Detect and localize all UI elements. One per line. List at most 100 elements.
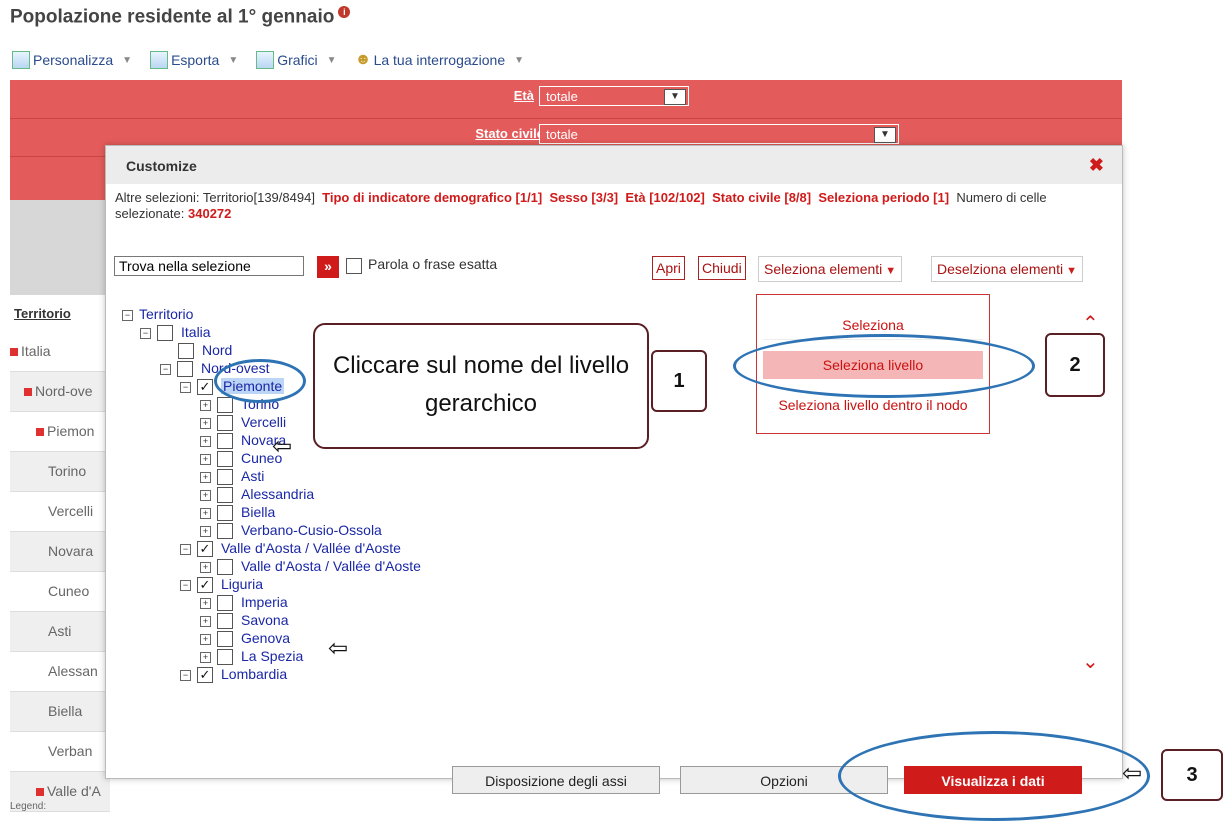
node-checkbox[interactable] <box>217 595 233 612</box>
toolbar-esporta[interactable]: Esporta ▼ <box>150 51 238 69</box>
node-label[interactable]: Valle d'Aosta / Vallée d'Aoste <box>221 540 401 556</box>
stato-civile-select[interactable]: totale ▼ <box>539 124 899 144</box>
collapse-icon[interactable]: − <box>160 363 171 375</box>
tree-node-nord[interactable]: Nord <box>178 342 232 360</box>
node-label[interactable]: Genova <box>241 630 290 646</box>
filter-label[interactable]: Stato civile <box>475 126 544 141</box>
node-checkbox[interactable] <box>217 451 233 468</box>
expand-icon[interactable]: + <box>200 507 211 519</box>
tree-node-cuneo[interactable]: + Cuneo <box>200 450 282 468</box>
expand-icon[interactable]: + <box>200 633 211 645</box>
node-label[interactable]: Italia <box>181 324 211 340</box>
chevron-down-icon[interactable]: ▼ <box>874 127 896 143</box>
node-checkbox[interactable] <box>217 487 233 504</box>
tree-node-valle-aosta-prov[interactable]: + Valle d'Aosta / Vallée d'Aoste <box>200 558 421 576</box>
expand-icon[interactable]: + <box>200 651 211 663</box>
search-input[interactable] <box>114 256 304 276</box>
tree-node-biella[interactable]: + Biella <box>200 504 275 522</box>
tree-node-valle-aosta[interactable]: − ✓ Valle d'Aosta / Vallée d'Aoste <box>180 540 401 558</box>
expand-icon[interactable]: + <box>200 435 211 447</box>
node-checkbox[interactable] <box>217 469 233 486</box>
collapse-icon[interactable]: − <box>122 309 133 321</box>
tree-node-vco[interactable]: + Verbano-Cusio-Ossola <box>200 522 382 540</box>
open-button[interactable]: Apri <box>652 256 685 280</box>
toolbar-personalizza[interactable]: Personalizza ▼ <box>12 51 132 69</box>
expand-icon[interactable]: + <box>200 615 211 627</box>
chevron-down-icon[interactable]: ⌄ <box>1082 649 1099 674</box>
table-row[interactable]: Nord-ove <box>10 372 110 412</box>
filter-label[interactable]: Età <box>514 88 534 103</box>
info-icon[interactable]: i <box>338 6 351 18</box>
node-checkbox[interactable] <box>178 343 194 360</box>
node-label[interactable]: Savona <box>241 612 288 628</box>
tree-node-vercelli[interactable]: + Vercelli <box>200 414 286 432</box>
tree-node-territorio[interactable]: − Territorio <box>122 306 193 322</box>
tree-node-genova[interactable]: + Genova <box>200 630 290 648</box>
node-checkbox[interactable] <box>217 433 233 450</box>
selection-indicatore[interactable]: Tipo di indicatore demografico [1/1] <box>322 190 542 205</box>
collapse-icon[interactable] <box>24 388 32 397</box>
eta-select[interactable]: totale ▼ <box>539 86 689 106</box>
expand-icon[interactable]: + <box>200 417 211 429</box>
node-label[interactable]: Nord <box>202 342 232 358</box>
search-go-button[interactable]: » <box>317 256 339 278</box>
node-label[interactable]: Vercelli <box>241 414 286 430</box>
node-checkbox[interactable] <box>217 613 233 630</box>
node-label[interactable]: La Spezia <box>241 648 303 664</box>
close-button[interactable]: Chiudi <box>698 256 746 280</box>
exact-phrase-checkbox[interactable] <box>346 258 362 274</box>
checkmark-icon[interactable]: ✓ <box>197 379 213 396</box>
close-icon[interactable]: ✖ <box>1089 155 1104 176</box>
node-label[interactable]: Asti <box>241 468 264 484</box>
expand-icon[interactable]: + <box>200 525 211 537</box>
selection-periodo[interactable]: Seleziona periodo [1] <box>818 190 949 205</box>
collapse-icon[interactable]: − <box>140 327 151 339</box>
tree-node-asti[interactable]: + Asti <box>200 468 264 486</box>
tree-node-savona[interactable]: + Savona <box>200 612 288 630</box>
node-checkbox[interactable] <box>177 361 193 378</box>
collapse-icon[interactable]: − <box>180 381 191 393</box>
expand-icon[interactable]: + <box>200 471 211 483</box>
collapse-icon[interactable]: − <box>180 579 191 591</box>
node-label[interactable]: Valle d'Aosta / Vallée d'Aoste <box>241 558 421 574</box>
node-checkbox[interactable] <box>217 631 233 648</box>
selection-stato-civile[interactable]: Stato civile [8/8] <box>712 190 811 205</box>
toolbar-interrogazione[interactable]: ☻ La tua interrogazione ▼ <box>355 52 524 69</box>
checkmark-icon[interactable]: ✓ <box>197 541 213 558</box>
collapse-icon[interactable] <box>36 788 44 797</box>
deselect-items-dropdown[interactable]: Deselziona elementi ▼ <box>931 256 1083 282</box>
node-checkbox[interactable] <box>217 397 233 414</box>
table-row[interactable]: Italia <box>10 332 110 372</box>
expand-icon[interactable]: + <box>200 597 211 609</box>
collapse-icon[interactable] <box>10 348 18 357</box>
expand-icon[interactable]: + <box>200 453 211 465</box>
node-checkbox[interactable] <box>217 649 233 666</box>
node-label[interactable]: Verbano-Cusio-Ossola <box>241 522 382 538</box>
tree-node-alessandria[interactable]: + Alessandria <box>200 486 314 504</box>
tree-node-imperia[interactable]: + Imperia <box>200 594 288 612</box>
collapse-icon[interactable]: − <box>180 669 191 681</box>
selection-sesso[interactable]: Sesso [3/3] <box>549 190 618 205</box>
collapse-icon[interactable]: − <box>180 543 191 555</box>
selection-eta[interactable]: Età [102/102] <box>625 190 705 205</box>
checkmark-icon[interactable]: ✓ <box>197 577 213 594</box>
select-items-dropdown[interactable]: Seleziona elementi ▼ <box>758 256 903 282</box>
tree-node-italia[interactable]: − Italia <box>140 324 211 342</box>
chevron-down-icon[interactable]: ▼ <box>664 89 686 105</box>
node-label[interactable]: Lombardia <box>221 666 287 682</box>
expand-icon[interactable]: + <box>200 561 211 573</box>
checkmark-icon[interactable]: ✓ <box>197 667 213 684</box>
expand-icon[interactable]: + <box>200 489 211 501</box>
axes-layout-button[interactable]: Disposizione degli assi <box>452 766 660 794</box>
node-checkbox[interactable] <box>217 559 233 576</box>
node-label[interactable]: Imperia <box>241 594 288 610</box>
node-checkbox[interactable] <box>157 325 173 342</box>
node-label[interactable]: Alessandria <box>241 486 314 502</box>
tree-node-la-spezia[interactable]: + La Spezia <box>200 648 303 666</box>
tree-node-lombardia[interactable]: − ✓ Lombardia <box>180 666 287 684</box>
collapse-icon[interactable] <box>36 428 44 437</box>
node-label[interactable]: Liguria <box>221 576 263 592</box>
table-row[interactable]: Piemon <box>10 412 110 452</box>
node-label[interactable]: Territorio <box>139 306 193 322</box>
node-checkbox[interactable] <box>217 505 233 522</box>
